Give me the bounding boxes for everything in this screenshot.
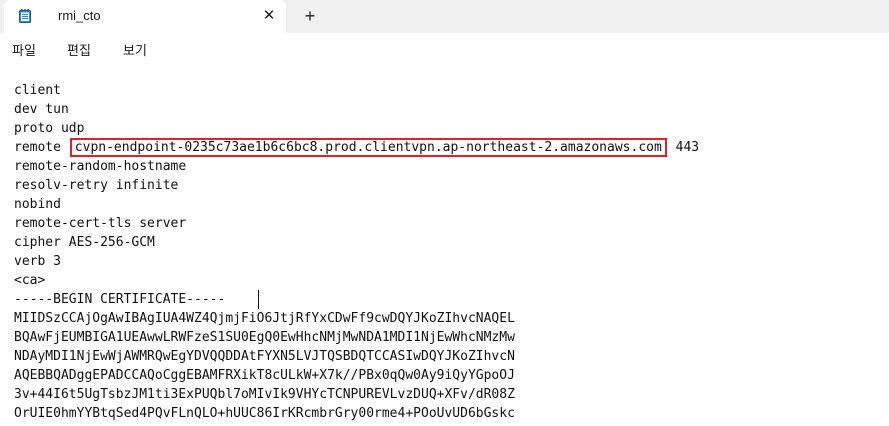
menu-view[interactable]: 보기 [123, 40, 147, 59]
text-line: BQAwFjEUMBIGA1UEAwwLRWFzeS1SU0EgQ0EwHhcN… [14, 330, 515, 345]
text-line: client [14, 83, 61, 98]
menu-bar: 파일 편집 보기 [0, 33, 889, 65]
text-line: <ca> [14, 273, 46, 288]
remote-line: remote cvpn-endpoint-0235c73ae1b6c6bc8.p… [14, 138, 699, 157]
text-line: 3v+44I6t5UgTsbzJM1ti3ExPUQbl7oMIvIk9VHYc… [14, 387, 515, 402]
remote-keyword: remote [14, 140, 69, 155]
text-line: -----BEGIN CERTIFICATE----- [14, 292, 226, 307]
text-line: remote-cert-tls server [14, 216, 187, 231]
text-line: remote-random-hostname [14, 159, 187, 174]
text-line: proto udp [14, 121, 85, 136]
remote-port: 443 [675, 140, 700, 155]
tab-title: rmi_cto [58, 8, 101, 23]
text-caret [258, 290, 259, 309]
text-line: OrUIE0hmYYBtqSed4PQvFLnQLO+hUUC86IrKRcmb… [14, 406, 515, 421]
text-line: verb 3 [14, 254, 61, 269]
title-bar: rmi_cto ✕ + [0, 0, 889, 33]
menu-edit[interactable]: 편집 [67, 40, 91, 59]
text-line: nobind [14, 197, 61, 212]
text-line: MIIDSzCCAjOgAwIBAgIUA4WZ4QjmjFiO6JtjRfYx… [14, 311, 515, 326]
text-editor[interactable]: client dev tun proto udp remote cvpn-end… [0, 65, 889, 426]
notepad-icon [19, 9, 31, 23]
text-line: resolv-retry infinite [14, 178, 179, 193]
menu-file[interactable]: 파일 [12, 40, 36, 59]
text-line: dev tun [14, 102, 69, 117]
highlighted-endpoint: cvpn-endpoint-0235c73ae1b6c6bc8.prod.cli… [69, 138, 667, 157]
close-icon[interactable]: ✕ [260, 6, 278, 26]
tab-rmi-cto[interactable]: rmi_cto ✕ [4, 0, 286, 33]
text-line: cipher AES-256-GCM [14, 235, 155, 250]
text-line: NDAyMDI1NjEwWjAWMRQwEgYDVQQDDAtFYXN5LVJT… [14, 349, 515, 364]
new-tab-button[interactable]: + [300, 6, 320, 26]
text-line: AQEBBQADggEPADCCAQoCggEBAMFRXikT8cULkW+X… [14, 368, 515, 383]
